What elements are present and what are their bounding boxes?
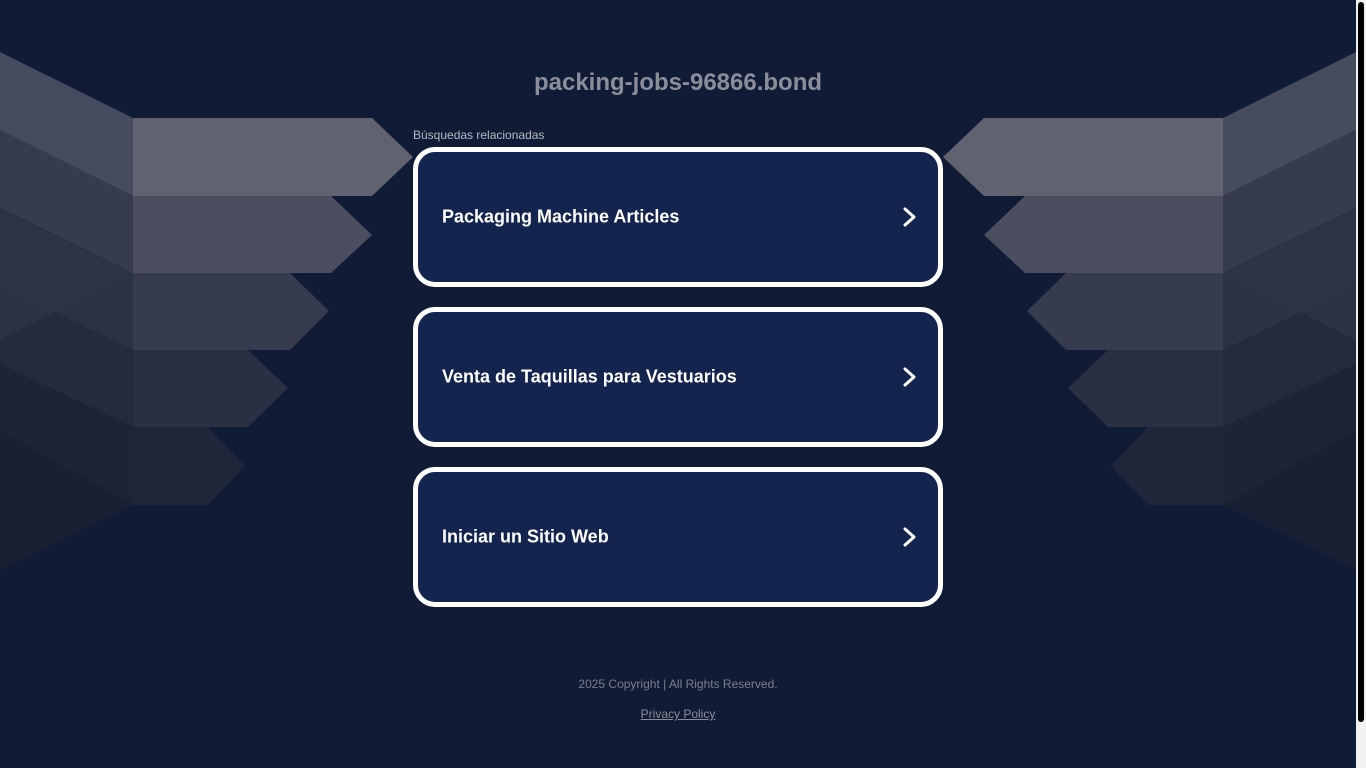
related-link-iniciar-un-sitio-web[interactable]: Iniciar un Sitio Web [413,467,943,607]
chevron-right-icon [903,207,916,227]
related-link-label: Iniciar un Sitio Web [442,526,609,547]
right-wing-decor [943,52,1356,570]
privacy-policy-link[interactable]: Privacy Policy [641,707,716,721]
left-wing-decor [0,52,413,570]
footer-copyright: 2025 Copyright | All Rights Reserved. [578,677,778,691]
chevron-right-icon [903,367,916,387]
related-searches-label: Búsquedas relacionadas [413,128,545,142]
related-link-packaging-machine-articles[interactable]: Packaging Machine Articles [413,147,943,287]
vertical-scrollbar[interactable] [1356,0,1366,768]
footer-privacy: Privacy Policy [0,706,1356,722]
chevron-right-icon [903,527,916,547]
related-link-venta-de-taquillas[interactable]: Venta de Taquillas para Vestuarios [413,307,943,447]
domain-title: packing-jobs-96866.bond [533,69,823,96]
parked-domain-page: packing-jobs-96866.bond Búsquedas relaci… [0,0,1366,768]
scrollbar-thumb[interactable] [1358,2,1364,722]
related-link-label: Packaging Machine Articles [442,206,680,227]
related-link-label: Venta de Taquillas para Vestuarios [442,366,737,387]
